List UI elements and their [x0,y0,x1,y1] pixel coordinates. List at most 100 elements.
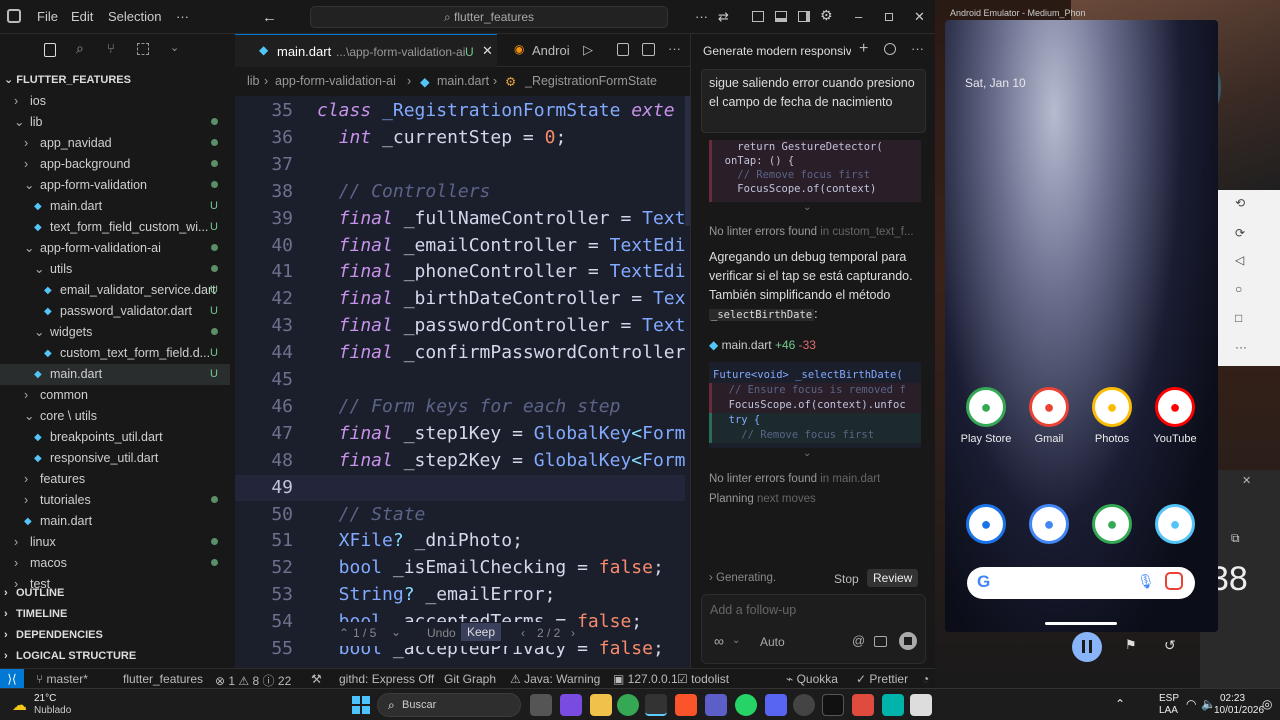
tree-item[interactable]: › features [0,469,230,490]
app-flutter[interactable]: ● [1144,504,1206,550]
code-line[interactable]: // Controllers [317,181,491,202]
chat-input-box[interactable]: Add a follow-up ∞ ⌄ Auto @ [701,594,926,664]
taskbar-search[interactable]: ⌕ Buscar [377,693,521,717]
copilot-icon[interactable] [560,694,582,716]
more-icon[interactable]: ··· [1235,340,1247,354]
menu-edit[interactable]: Edit [71,9,93,24]
tree-item[interactable]: ⌄ lib [0,112,230,133]
code-line[interactable]: final _birthDateController = Tex [317,288,686,309]
git-graph-button[interactable]: Git Graph [444,672,496,686]
tree-item[interactable]: ⌄ app-form-validation-ai [0,238,230,259]
chevron-down-icon[interactable]: ⌄ [803,202,811,213]
overview-icon[interactable]: □ [1235,311,1242,325]
chevron-down-icon[interactable]: ⌄ [803,448,811,459]
extensions-icon[interactable] [137,43,149,55]
chevron-down-icon[interactable]: ⌄ [732,635,740,646]
code-editor[interactable]: 35 class _RegistrationFormState exte 36 in… [235,96,690,668]
quokka-button[interactable]: ⌁ Quokka [786,672,838,686]
android-phone-screen[interactable]: Sat, Jan 10 ● Play Store ● Gmail ● Photos ● You… [945,20,1218,632]
tab-main-dart[interactable]: ◆ main.dart ...\app-form-validation-ai U… [235,34,497,67]
rotate-right-icon[interactable]: ⟳ [1235,226,1245,240]
code-line[interactable]: int _currentStep = 0; [317,127,567,148]
tree-item[interactable]: ◆ main.dart U [0,364,230,385]
tools-icon[interactable]: ⚒ [311,672,322,686]
code-line[interactable]: // State [317,504,426,525]
screenshot-icon[interactable]: ⧉ [1231,531,1240,546]
code-line[interactable]: XFile? _dniPhoto; [317,530,523,551]
history-icon[interactable] [884,43,896,55]
more-icon[interactable]: ··· [668,41,681,56]
menu-file[interactable]: File [37,9,58,24]
code-line[interactable]: // Form keys for each step [317,396,621,417]
code-line[interactable]: final _phoneController = TextEdi [317,261,686,282]
app-chrome[interactable]: ● [1081,504,1143,550]
close-window-icon[interactable]: ✕ [914,9,925,25]
code-line[interactable]: bool _isEmailChecking = false; [317,557,664,578]
tree-item[interactable]: ◆ main.dart U [0,196,230,217]
model-selector[interactable]: Auto [760,635,785,649]
code-line[interactable]: final _fullNameController = Text [317,208,686,229]
terraform-icon[interactable] [852,694,874,716]
source-control-icon[interactable]: ⑂ [107,41,115,56]
remote-icon[interactable]: ⟩⟨ [0,669,24,689]
more-actions-icon[interactable]: ··· [695,9,708,24]
weather-desc[interactable]: Nublado [34,705,71,716]
app-icon[interactable] [910,694,932,716]
app-phone[interactable]: ● [955,504,1017,550]
branch-indicator[interactable]: ⑂ master* [36,672,88,686]
live-server[interactable]: ▣ 127.0.0.1 [613,672,678,686]
notifications-icon[interactable]: ◎ [1262,697,1272,711]
tree-item[interactable]: › app_navidad [0,133,230,154]
project-name[interactable]: flutter_features [123,672,203,686]
weather-temp[interactable]: 21°C [34,693,56,704]
toggle-panel-icon[interactable] [775,11,787,22]
discord-icon[interactable] [765,694,787,716]
chat-title[interactable]: Generate modern responsive [703,44,851,58]
notes-icon[interactable] [882,694,904,716]
app-icon[interactable] [793,694,815,716]
chevron-right-icon[interactable]: › [571,626,575,640]
tree-item[interactable]: ⌄ app-form-validation [0,175,230,196]
lens-icon[interactable] [1165,572,1183,590]
file-explorer-icon[interactable] [590,694,612,716]
tree-item[interactable]: ◆ responsive_util.dart [0,448,230,469]
gesture-navigation-bar[interactable] [1045,622,1117,625]
menu-selection[interactable]: Selection [108,9,161,24]
replay-icon[interactable]: ↺ [1164,637,1176,654]
maximize-icon[interactable] [885,13,893,21]
toggle-sidebar-icon[interactable] [752,11,764,22]
tree-item[interactable]: ⌄ utils [0,259,230,280]
java-status[interactable]: ⚠ Java: Warning [510,672,600,686]
menu-more[interactable]: ··· [176,9,189,24]
split-editor-icon[interactable] [642,43,655,56]
code-line[interactable]: final _step1Key = GlobalKey<Form [317,423,686,444]
app-play-store[interactable]: ● Play Store [955,387,1017,445]
back-arrow-icon[interactable]: ← [262,9,277,26]
close-icon[interactable]: ✕ [1242,474,1251,487]
chrome-icon[interactable] [617,694,639,716]
flag-icon[interactable]: ⚑ [1125,637,1137,653]
tree-item[interactable]: ⌄ core \ utils [0,406,230,427]
tree-item[interactable]: › macos [0,553,230,574]
pause-button[interactable] [1072,632,1102,662]
code-line[interactable]: String? _emailError; [317,584,556,605]
infinity-agent-icon[interactable]: ∞ [714,633,724,649]
tree-item[interactable]: › linux [0,532,230,553]
task-view-icon[interactable] [530,694,552,716]
stop-generation-button[interactable] [899,632,917,650]
tree-item[interactable]: ◆ custom_text_form_field.d... U [0,343,230,364]
explorer-root[interactable]: ⌄ FLUTTER_FEATURES [0,70,131,91]
app-icon[interactable] [705,694,727,716]
explorer-files-icon[interactable] [44,43,56,57]
back-icon[interactable]: ◁ [1235,253,1244,267]
edit-summary[interactable]: ◆ main.dart +46 -33 [709,338,816,352]
chevron-up-icon[interactable]: ⌃ [1115,697,1125,711]
chat-input-placeholder[interactable]: Add a follow-up [710,603,796,617]
code-line[interactable]: final _confirmPasswordController [317,342,686,363]
home-date[interactable]: Sat, Jan 10 [965,76,1026,90]
keep-button[interactable]: Keep [461,623,502,641]
breadcrumb-item[interactable]: lib [247,74,260,88]
tree-item[interactable]: ◆ password_validator.dart U [0,301,230,322]
code-line[interactable]: class _RegistrationFormState exte [317,100,675,121]
review-button[interactable]: Review [867,569,919,587]
